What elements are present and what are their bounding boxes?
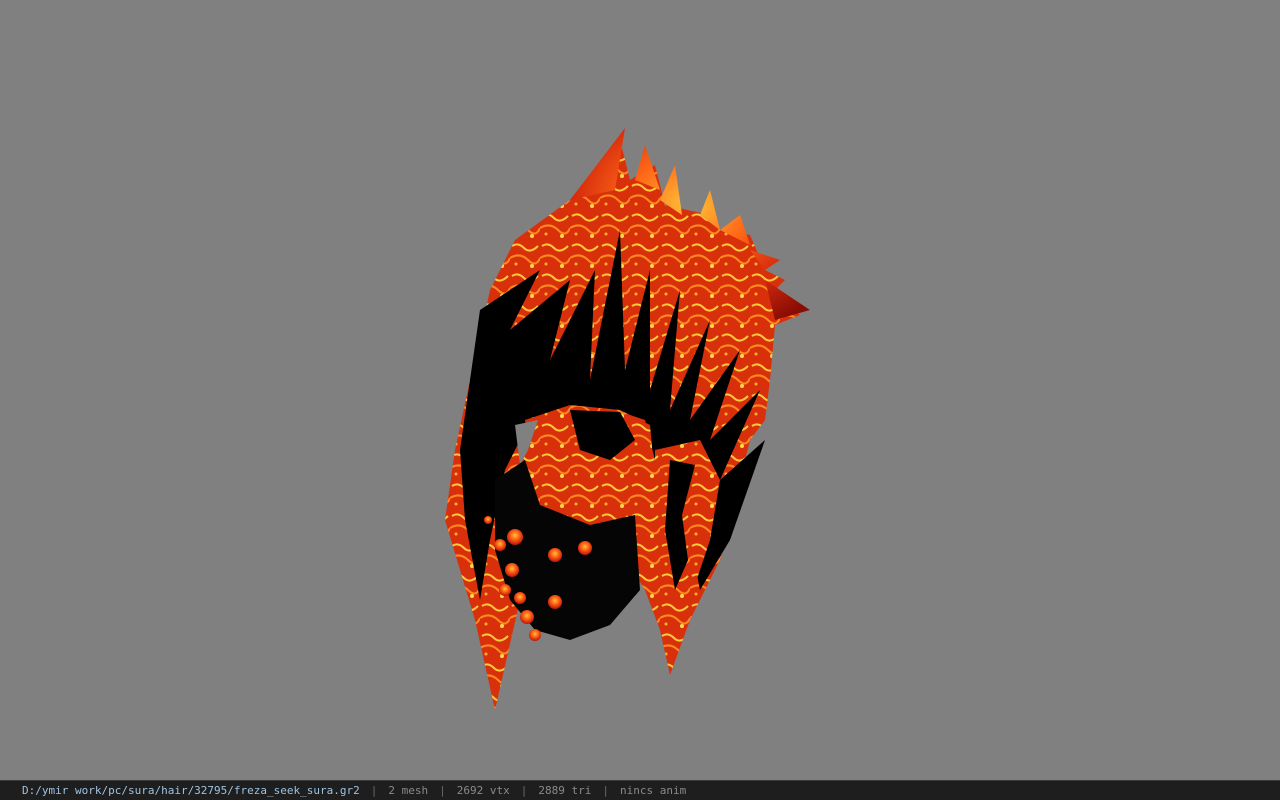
3d-viewport[interactable]: [0, 0, 1280, 780]
mesh-count: 2 mesh: [388, 784, 429, 797]
animation-status: nincs anim: [619, 784, 687, 797]
separator: |: [439, 784, 446, 797]
separator: |: [370, 784, 378, 797]
status-bar: D:/ymir work/pc/sura/hair/32795/freza_se…: [0, 780, 1280, 800]
separator: |: [602, 784, 609, 797]
vertex-count: 2692 vtx: [456, 784, 510, 797]
hair-model: [445, 128, 810, 710]
file-path: D:/ymir work/pc/sura/hair/32795/freza_se…: [22, 784, 360, 797]
triangle-count: 2889 tri: [538, 784, 592, 797]
separator: |: [520, 784, 528, 797]
